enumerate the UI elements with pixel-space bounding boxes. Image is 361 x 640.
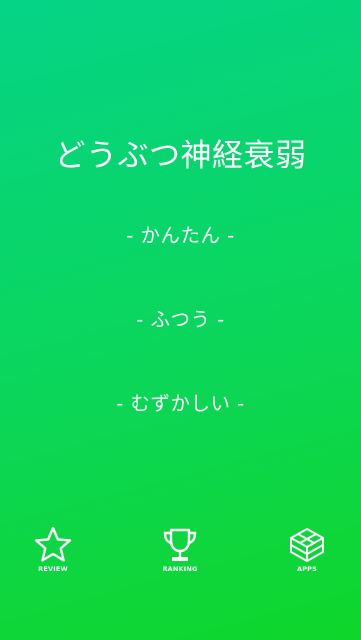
review-label: REVIEW [38, 565, 68, 573]
ranking-button[interactable]: RANKING [140, 526, 220, 578]
review-button[interactable]: REVIEW [13, 526, 93, 578]
hard-mode-button[interactable]: - むずかしい - [40, 382, 321, 426]
star-icon [33, 526, 73, 564]
ranking-label: RANKING [162, 565, 198, 573]
easy-mode-button[interactable]: - かんたん - [40, 214, 321, 258]
normal-mode-button[interactable]: - ふつう - [40, 298, 321, 342]
boxes-icon [287, 526, 327, 564]
title-screen: どうぶつ神経衰弱 - かんたん - - ふつう - - むずかしい - REVI… [0, 0, 361, 640]
page-title: どうぶつ神経衰弱 [54, 137, 307, 174]
trophy-icon [160, 526, 200, 564]
apps-button[interactable]: APPS [267, 526, 347, 578]
apps-label: APPS [296, 565, 318, 573]
